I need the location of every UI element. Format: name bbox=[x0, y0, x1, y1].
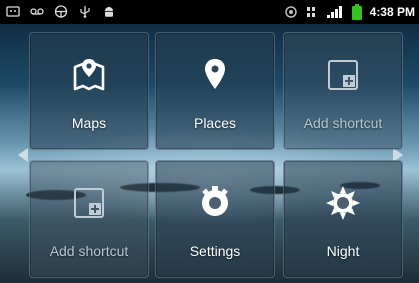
maps-icon bbox=[73, 59, 105, 91]
voicemail-icon bbox=[30, 8, 44, 15]
page-left-arrow-icon[interactable] bbox=[18, 148, 28, 162]
usb-icon bbox=[80, 6, 90, 18]
sync-icon bbox=[284, 6, 297, 18]
signal-strength-icon bbox=[326, 6, 342, 18]
android-debug-icon bbox=[105, 7, 113, 17]
network-data-icon bbox=[305, 7, 316, 17]
shortcut-label: Night bbox=[326, 243, 360, 259]
battery-icon bbox=[351, 4, 362, 20]
car-mode-steering-icon bbox=[54, 5, 68, 18]
shortcut-settings[interactable]: Settings bbox=[155, 160, 275, 278]
shortcut-add-1[interactable]: Add shortcut bbox=[283, 32, 403, 150]
shortcut-label: Add shortcut bbox=[303, 115, 383, 131]
places-pin-icon bbox=[205, 59, 225, 89]
shortcut-label: Maps bbox=[71, 115, 107, 131]
shortcut-label: Add shortcut bbox=[49, 243, 129, 259]
status-bar: 4:38 PM bbox=[0, 0, 419, 24]
night-mode-sun-icon bbox=[326, 186, 360, 220]
add-shortcut-icon bbox=[328, 60, 358, 90]
settings-icon bbox=[202, 186, 228, 216]
shortcut-night[interactable]: Night bbox=[283, 160, 403, 278]
shortcut-maps[interactable]: Maps bbox=[29, 32, 149, 150]
notification-android-icon bbox=[6, 6, 20, 17]
shortcut-add-2[interactable]: Add shortcut bbox=[29, 160, 149, 278]
add-shortcut-icon bbox=[74, 188, 104, 218]
shortcut-label: Places bbox=[193, 115, 237, 131]
shortcut-places[interactable]: Places bbox=[155, 32, 275, 150]
shortcut-label: Settings bbox=[189, 243, 241, 259]
status-time: 4:38 PM bbox=[369, 5, 415, 19]
